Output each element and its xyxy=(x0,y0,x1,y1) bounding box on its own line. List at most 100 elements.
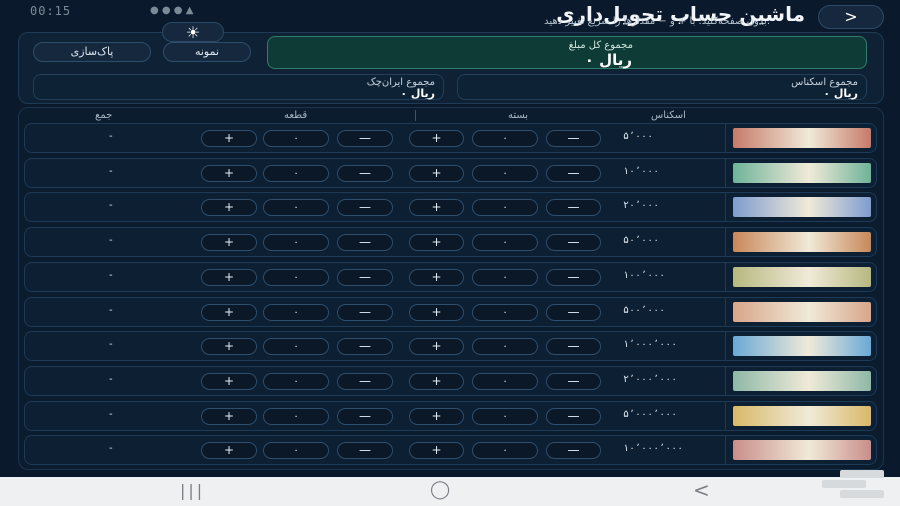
bundle-minus-button[interactable]: — xyxy=(546,338,601,356)
bundle-count-field[interactable]: ۰ xyxy=(472,372,538,390)
banknote-image xyxy=(733,336,871,357)
bundle-plus-button[interactable]: + xyxy=(409,199,464,217)
status-icons: ● ● ● ▲ xyxy=(150,5,194,16)
status-time: 00:15 xyxy=(30,4,72,18)
piece-count-field[interactable]: ۰ xyxy=(263,130,329,147)
piece-minus-button[interactable]: — xyxy=(337,372,393,390)
bundle-plus-button[interactable]: + xyxy=(409,372,464,390)
bundle-count-field[interactable]: ۰ xyxy=(472,199,538,217)
bundle-minus-button[interactable]: — xyxy=(546,372,601,390)
piece-minus-button[interactable]: — xyxy=(337,407,393,425)
header-bundle: بسته xyxy=(508,110,529,121)
piece-plus-button[interactable]: + xyxy=(201,338,257,356)
bundle-count-field[interactable]: ۰ xyxy=(472,268,538,286)
bundle-count-field[interactable]: ۰ xyxy=(472,442,538,460)
bundle-plus-button[interactable]: + xyxy=(409,130,464,147)
table-row: ۲٬۰۰۰٬۰۰۰ — ۰ + — ۰ + - xyxy=(24,365,877,396)
denomination-label: ۵۰٬۰۰۰ xyxy=(623,235,660,247)
piece-count-field[interactable]: ۰ xyxy=(263,372,329,390)
piece-plus-button[interactable]: + xyxy=(201,372,257,390)
row-sum: - xyxy=(109,200,113,212)
denomination-label: ۵۰۰٬۰۰۰ xyxy=(623,304,666,316)
table-row: ۵٬۰۰۰ — ۰ + — ۰ + - xyxy=(24,123,877,153)
piece-minus-button[interactable]: — xyxy=(337,268,393,286)
banknote-image xyxy=(733,370,871,391)
piece-minus-button[interactable]: — xyxy=(337,164,393,182)
bundle-plus-button[interactable]: + xyxy=(409,338,464,356)
bundle-count-field[interactable]: ۰ xyxy=(472,407,538,425)
piece-plus-button[interactable]: + xyxy=(201,164,257,182)
denomination-label: ۵٬۰۰۰ xyxy=(623,131,654,142)
bundle-minus-button[interactable]: — xyxy=(546,130,601,147)
column-divider xyxy=(725,193,726,223)
theme-toggle-button[interactable]: ☀ xyxy=(162,22,224,42)
column-divider xyxy=(725,401,726,431)
recents-icon[interactable]: ||| xyxy=(180,481,205,500)
piece-plus-button[interactable]: + xyxy=(201,442,257,460)
header-piece: قطعه xyxy=(284,110,308,121)
bundle-count-field[interactable]: ۰ xyxy=(472,130,538,147)
piece-plus-button[interactable]: + xyxy=(201,407,257,425)
home-icon[interactable]: ◯ xyxy=(430,479,450,500)
bundle-count-field[interactable]: ۰ xyxy=(472,234,538,252)
bundle-plus-button[interactable]: + xyxy=(409,268,464,286)
banknote-image xyxy=(733,232,871,253)
header-banknote: اسکناس xyxy=(651,110,686,121)
column-divider xyxy=(725,262,726,292)
bundle-minus-button[interactable]: — xyxy=(546,164,601,182)
bundle-count-field[interactable]: ۰ xyxy=(472,338,538,356)
banknote-image xyxy=(733,162,871,183)
bundle-minus-button[interactable]: — xyxy=(546,268,601,286)
banknote-image xyxy=(733,128,871,148)
piece-count-field[interactable]: ۰ xyxy=(263,268,329,286)
table-row: ۱۰۰٬۰۰۰ — ۰ + — ۰ + - xyxy=(24,261,877,292)
denomination-label: ۲۰٬۰۰۰ xyxy=(623,200,660,212)
column-divider xyxy=(725,332,726,362)
sample-button[interactable]: نمونه xyxy=(163,42,251,62)
row-sum: - xyxy=(109,373,113,385)
piece-plus-button[interactable]: + xyxy=(201,303,257,321)
piece-minus-button[interactable]: — xyxy=(337,442,393,460)
row-sum: - xyxy=(109,269,113,281)
piece-count-field[interactable]: ۰ xyxy=(263,234,329,252)
back-nav-icon[interactable]: < xyxy=(693,478,710,502)
row-sum: - xyxy=(109,443,113,455)
piece-count-field[interactable]: ۰ xyxy=(263,199,329,217)
piece-minus-button[interactable]: — xyxy=(337,234,393,252)
back-button[interactable]: > xyxy=(818,5,884,29)
clear-button[interactable]: پاک‌سازی xyxy=(33,42,151,62)
iranchek-total-value: ۰ ریال xyxy=(400,87,435,100)
bundle-plus-button[interactable]: + xyxy=(409,164,464,182)
bundle-minus-button[interactable]: — xyxy=(546,442,601,460)
denomination-label: ۵٬۰۰۰٬۰۰۰ xyxy=(623,408,678,420)
piece-count-field[interactable]: ۰ xyxy=(263,164,329,182)
piece-plus-button[interactable]: + xyxy=(201,130,257,147)
chevron-right-icon: > xyxy=(844,7,858,26)
piece-count-field[interactable]: ۰ xyxy=(263,407,329,425)
bundle-minus-button[interactable]: — xyxy=(546,234,601,252)
piece-minus-button[interactable]: — xyxy=(337,199,393,217)
piece-count-field[interactable]: ۰ xyxy=(263,303,329,321)
piece-plus-button[interactable]: + xyxy=(201,199,257,217)
bundle-plus-button[interactable]: + xyxy=(409,442,464,460)
bundle-minus-button[interactable]: — xyxy=(546,407,601,425)
bundle-minus-button[interactable]: — xyxy=(546,303,601,321)
banknote-image xyxy=(733,301,871,322)
sun-icon: ☀ xyxy=(185,23,201,42)
piece-plus-button[interactable]: + xyxy=(201,268,257,286)
bundle-count-field[interactable]: ۰ xyxy=(472,164,538,182)
piece-plus-button[interactable]: + xyxy=(201,234,257,252)
bundle-plus-button[interactable]: + xyxy=(409,303,464,321)
bundle-plus-button[interactable]: + xyxy=(409,407,464,425)
row-sum: - xyxy=(109,235,113,247)
bundle-minus-button[interactable]: — xyxy=(546,199,601,217)
table-row: ۵۰۰٬۰۰۰ — ۰ + — ۰ + - xyxy=(24,296,877,327)
bundle-plus-button[interactable]: + xyxy=(409,234,464,252)
row-sum: - xyxy=(109,408,113,420)
piece-count-field[interactable]: ۰ xyxy=(263,338,329,356)
piece-minus-button[interactable]: — xyxy=(337,130,393,147)
piece-count-field[interactable]: ۰ xyxy=(263,442,329,460)
piece-minus-button[interactable]: — xyxy=(337,338,393,356)
bundle-count-field[interactable]: ۰ xyxy=(472,303,538,321)
piece-minus-button[interactable]: — xyxy=(337,303,393,321)
